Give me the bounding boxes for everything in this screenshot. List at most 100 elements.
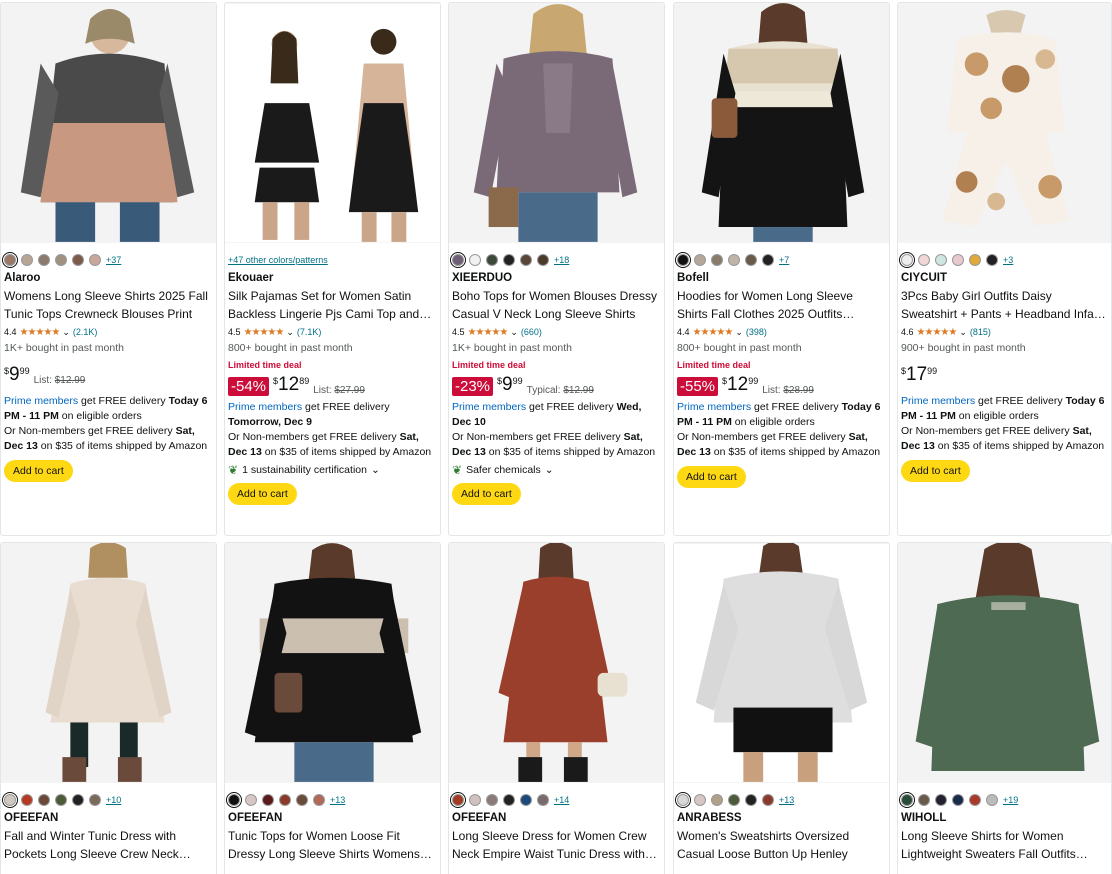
color-swatch[interactable] [694,254,706,266]
color-swatch[interactable] [935,254,947,266]
more-colors-link[interactable]: +37 [106,255,121,265]
color-swatch[interactable] [537,794,549,806]
color-swatch[interactable] [279,794,291,806]
more-colors-link[interactable]: +13 [779,795,794,805]
product-image[interactable] [674,3,889,243]
add-to-cart-button[interactable]: Add to cart [4,460,73,482]
add-to-cart-button[interactable]: Add to cart [452,483,521,505]
product-card[interactable]: +47 other colors/patterns Ekouaer Silk P… [224,2,441,536]
product-card[interactable]: +18 XIEERDUO Boho Tops for Women Blouses… [448,2,665,536]
color-swatch[interactable] [55,254,67,266]
product-image[interactable] [898,543,1111,783]
color-swatch[interactable] [452,254,464,266]
color-swatch[interactable] [486,254,498,266]
prime-link[interactable]: Prime members [4,395,78,407]
product-title[interactable]: Silk Pajamas Set for Women Satin Backles… [228,287,437,323]
more-colors-link[interactable]: +18 [554,255,569,265]
product-title[interactable]: Tunic Tops for Women Loose Fit Dressy Lo… [228,827,437,863]
product-image[interactable] [225,3,440,243]
color-swatch[interactable] [918,794,930,806]
color-swatch[interactable] [262,794,274,806]
product-title[interactable]: Hoodies for Women Long Sleeve Shirts Fal… [677,287,886,323]
product-card[interactable]: +7 Bofell Hoodies for Women Long Sleeve … [673,2,890,536]
color-swatch[interactable] [4,794,16,806]
product-card[interactable]: +37 Alaroo Womens Long Sleeve Shirts 202… [0,2,217,536]
color-swatch[interactable] [21,794,33,806]
product-image[interactable] [449,543,664,783]
chevron-down-icon[interactable]: ⌄ [286,327,294,338]
chevron-down-icon[interactable]: ⌄ [62,327,70,338]
rating[interactable]: 4.4 ★★★★★ ⌄ (398) [677,325,886,339]
color-swatch[interactable] [72,794,84,806]
product-image[interactable] [225,543,440,783]
color-swatch[interactable] [38,254,50,266]
color-swatch[interactable] [228,794,240,806]
color-swatch[interactable] [486,794,498,806]
color-swatch[interactable] [952,794,964,806]
prime-link[interactable]: Prime members [228,401,302,413]
product-title[interactable]: Long Sleeve Dress for Women Crew Neck Em… [452,827,661,863]
prime-link[interactable]: Prime members [677,401,751,413]
color-swatch[interactable] [245,794,257,806]
color-swatch[interactable] [935,794,947,806]
color-swatch[interactable] [745,794,757,806]
color-swatch[interactable] [21,254,33,266]
color-swatch[interactable] [38,794,50,806]
rating[interactable]: 4.5 ★★★★★ ⌄ (7.1K) [228,325,437,339]
color-swatch[interactable] [469,794,481,806]
review-count[interactable]: (660) [521,327,542,337]
review-count[interactable]: (398) [746,327,767,337]
color-swatch[interactable] [677,794,689,806]
product-card[interactable]: +19 WIHOLL Long Sleeve Shirts for Women … [897,542,1112,874]
color-swatch[interactable] [728,254,740,266]
color-swatch[interactable] [711,254,723,266]
product-image[interactable] [674,543,889,783]
color-swatch[interactable] [918,254,930,266]
color-swatch[interactable] [520,794,532,806]
chevron-down-icon[interactable]: ⌄ [959,327,967,338]
product-card[interactable]: +14 OFEEFAN Long Sleeve Dress for Women … [448,542,665,874]
color-swatch[interactable] [969,794,981,806]
color-swatch[interactable] [89,254,101,266]
color-swatch[interactable] [72,254,84,266]
color-swatch[interactable] [901,794,913,806]
color-swatch[interactable] [537,254,549,266]
review-count[interactable]: (815) [970,327,991,337]
color-swatch[interactable] [762,254,774,266]
color-swatch[interactable] [503,254,515,266]
sustainability-info[interactable]: ❦ Safer chemicals ⌄ [452,463,661,477]
review-count[interactable]: (7.1K) [297,327,322,337]
color-swatch[interactable] [55,794,67,806]
color-swatch[interactable] [4,254,16,266]
color-swatch[interactable] [520,254,532,266]
other-colors-link[interactable]: +47 other colors/patterns [228,251,437,269]
chevron-down-icon[interactable]: ⌄ [735,327,743,338]
add-to-cart-button[interactable]: Add to cart [901,460,970,482]
color-swatch[interactable] [313,794,325,806]
product-card[interactable]: +13 OFEEFAN Tunic Tops for Women Loose F… [224,542,441,874]
more-colors-link[interactable]: +10 [106,795,121,805]
color-swatch[interactable] [677,254,689,266]
color-swatch[interactable] [296,794,308,806]
more-colors-link[interactable]: +3 [1003,255,1013,265]
color-swatch[interactable] [762,794,774,806]
product-card[interactable]: +13 ANRABESS Women's Sweatshirts Oversiz… [673,542,890,874]
color-swatch[interactable] [986,254,998,266]
more-colors-link[interactable]: +13 [330,795,345,805]
prime-link[interactable]: Prime members [452,401,526,413]
product-title[interactable]: Boho Tops for Women Blouses Dressy Casua… [452,287,661,323]
rating[interactable]: 4.4 ★★★★★ ⌄ (2.1K) [4,325,213,339]
prime-link[interactable]: Prime members [901,395,975,407]
sustainability-info[interactable]: ❦ 1 sustainability certification ⌄ [228,463,437,477]
more-colors-link[interactable]: +7 [779,255,789,265]
more-colors-link[interactable]: +14 [554,795,569,805]
product-image[interactable] [1,543,216,783]
rating[interactable]: 4.5 ★★★★★ ⌄ (660) [452,325,661,339]
color-swatch[interactable] [952,254,964,266]
product-image[interactable] [1,3,216,243]
review-count[interactable]: (2.1K) [73,327,98,337]
color-swatch[interactable] [89,794,101,806]
color-swatch[interactable] [711,794,723,806]
color-swatch[interactable] [745,254,757,266]
color-swatch[interactable] [503,794,515,806]
